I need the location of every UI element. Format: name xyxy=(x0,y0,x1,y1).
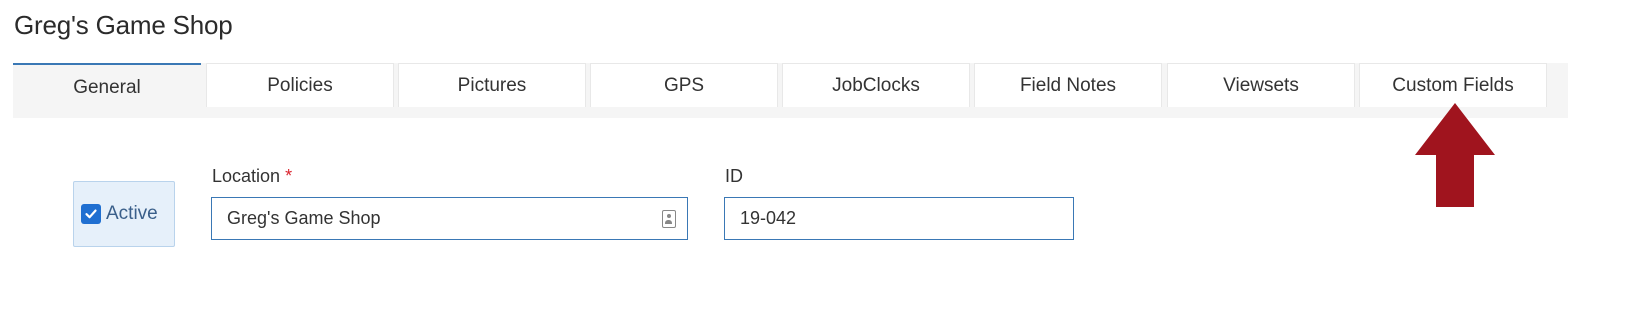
up-arrow-icon xyxy=(1415,103,1495,207)
location-label-text: Location xyxy=(212,166,281,186)
tab-jobclocks[interactable]: JobClocks xyxy=(782,63,970,107)
tab-gps[interactable]: GPS xyxy=(590,63,778,107)
location-value: Greg's Game Shop xyxy=(227,208,381,228)
active-toggle[interactable]: Active xyxy=(73,181,175,247)
location-input[interactable]: Greg's Game Shop xyxy=(211,197,688,240)
tab-pictures[interactable]: Pictures xyxy=(398,63,586,107)
active-label: Active xyxy=(106,203,158,224)
active-checkbox[interactable] xyxy=(81,204,101,224)
id-value: 19-042 xyxy=(740,208,797,228)
checkmark-icon xyxy=(85,209,97,219)
id-input[interactable]: 19-042 xyxy=(724,197,1074,240)
tab-strip: General Policies Pictures GPS JobClocks … xyxy=(13,63,1568,118)
tab-custom-fields[interactable]: Custom Fields xyxy=(1359,63,1547,107)
page: Greg's Game Shop General Policies Pictur… xyxy=(0,0,1631,322)
contact-card-icon[interactable] xyxy=(662,210,676,228)
required-marker: * xyxy=(285,166,293,186)
page-title: Greg's Game Shop xyxy=(14,10,233,40)
location-label: Location * xyxy=(212,166,292,187)
tab-field-notes[interactable]: Field Notes xyxy=(974,63,1162,107)
id-label: ID xyxy=(725,166,743,186)
tab-viewsets[interactable]: Viewsets xyxy=(1167,63,1355,107)
tab-general[interactable]: General xyxy=(13,63,201,118)
tab-policies[interactable]: Policies xyxy=(206,63,394,107)
